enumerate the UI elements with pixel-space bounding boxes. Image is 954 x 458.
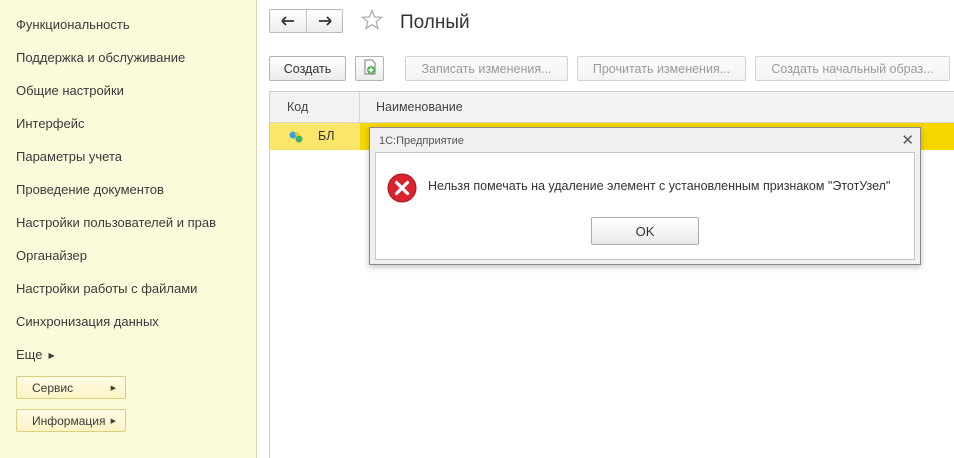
- sidebar-item-file-settings[interactable]: Настройки работы с файлами: [16, 281, 197, 296]
- page-title: Полный: [400, 12, 470, 33]
- error-dialog: 1С:Предприятие ✕ Нельзя помечать на удал…: [369, 127, 921, 265]
- create-initial-image-button[interactable]: Создать начальный образ...: [755, 56, 950, 81]
- favorite-button[interactable]: [360, 8, 384, 34]
- dialog-message: Нельзя помечать на удаление элемент с ус…: [428, 179, 891, 193]
- navigation-buttons: [269, 9, 343, 33]
- column-header-code[interactable]: Код: [287, 100, 308, 114]
- info-button[interactable]: Информация ▶: [16, 409, 126, 432]
- table-header: Код Наименование: [270, 92, 954, 123]
- star-icon: [360, 8, 384, 34]
- create-copy-icon: [362, 59, 378, 78]
- sidebar: Функциональность Поддержка и обслуживани…: [0, 0, 257, 458]
- ok-button[interactable]: OK: [591, 217, 699, 245]
- triangle-right-icon: ▶: [48, 351, 55, 360]
- exchange-node-icon: [288, 130, 304, 147]
- create-button[interactable]: Создать: [269, 56, 346, 81]
- sidebar-item-support[interactable]: Поддержка и обслуживание: [16, 50, 185, 65]
- sidebar-item-interface[interactable]: Интерфейс: [16, 116, 84, 131]
- read-changes-button[interactable]: Прочитать изменения...: [577, 56, 746, 81]
- sidebar-item-functionality[interactable]: Функциональность: [16, 17, 130, 32]
- column-header-name[interactable]: Наименование: [376, 100, 463, 114]
- triangle-right-icon: ▶: [110, 385, 116, 392]
- sidebar-more-label: Еще: [16, 347, 43, 362]
- sidebar-item-document-posting[interactable]: Проведение документов: [16, 182, 164, 197]
- error-icon: [387, 173, 417, 206]
- sidebar-item-organizer[interactable]: Органайзер: [16, 248, 87, 263]
- column-divider: [359, 92, 360, 123]
- info-button-label: Информация: [32, 414, 106, 428]
- forward-button[interactable]: [306, 10, 342, 32]
- close-icon[interactable]: ✕: [901, 131, 914, 149]
- sidebar-item-accounting-params[interactable]: Параметры учета: [16, 149, 122, 164]
- sidebar-more[interactable]: Еще ▶: [16, 347, 55, 362]
- dialog-title: 1С:Предприятие: [379, 135, 464, 147]
- sidebar-item-data-sync[interactable]: Синхронизация данных: [16, 314, 159, 329]
- service-button-label: Сервис: [32, 381, 74, 395]
- create-copy-button[interactable]: [355, 56, 384, 81]
- dialog-body: Нельзя помечать на удаление элемент с ус…: [375, 152, 915, 260]
- write-changes-button[interactable]: Записать изменения...: [405, 56, 568, 81]
- service-button[interactable]: Сервис ▶: [16, 376, 126, 399]
- row-code: БЛ: [318, 129, 335, 143]
- sidebar-item-user-settings[interactable]: Настройки пользователей и прав: [16, 215, 216, 230]
- back-button[interactable]: [270, 10, 306, 32]
- arrow-left-icon: [281, 13, 295, 30]
- arrow-right-icon: [318, 13, 332, 30]
- triangle-right-icon: ▶: [110, 418, 116, 425]
- sidebar-item-general-settings[interactable]: Общие настройки: [16, 83, 124, 98]
